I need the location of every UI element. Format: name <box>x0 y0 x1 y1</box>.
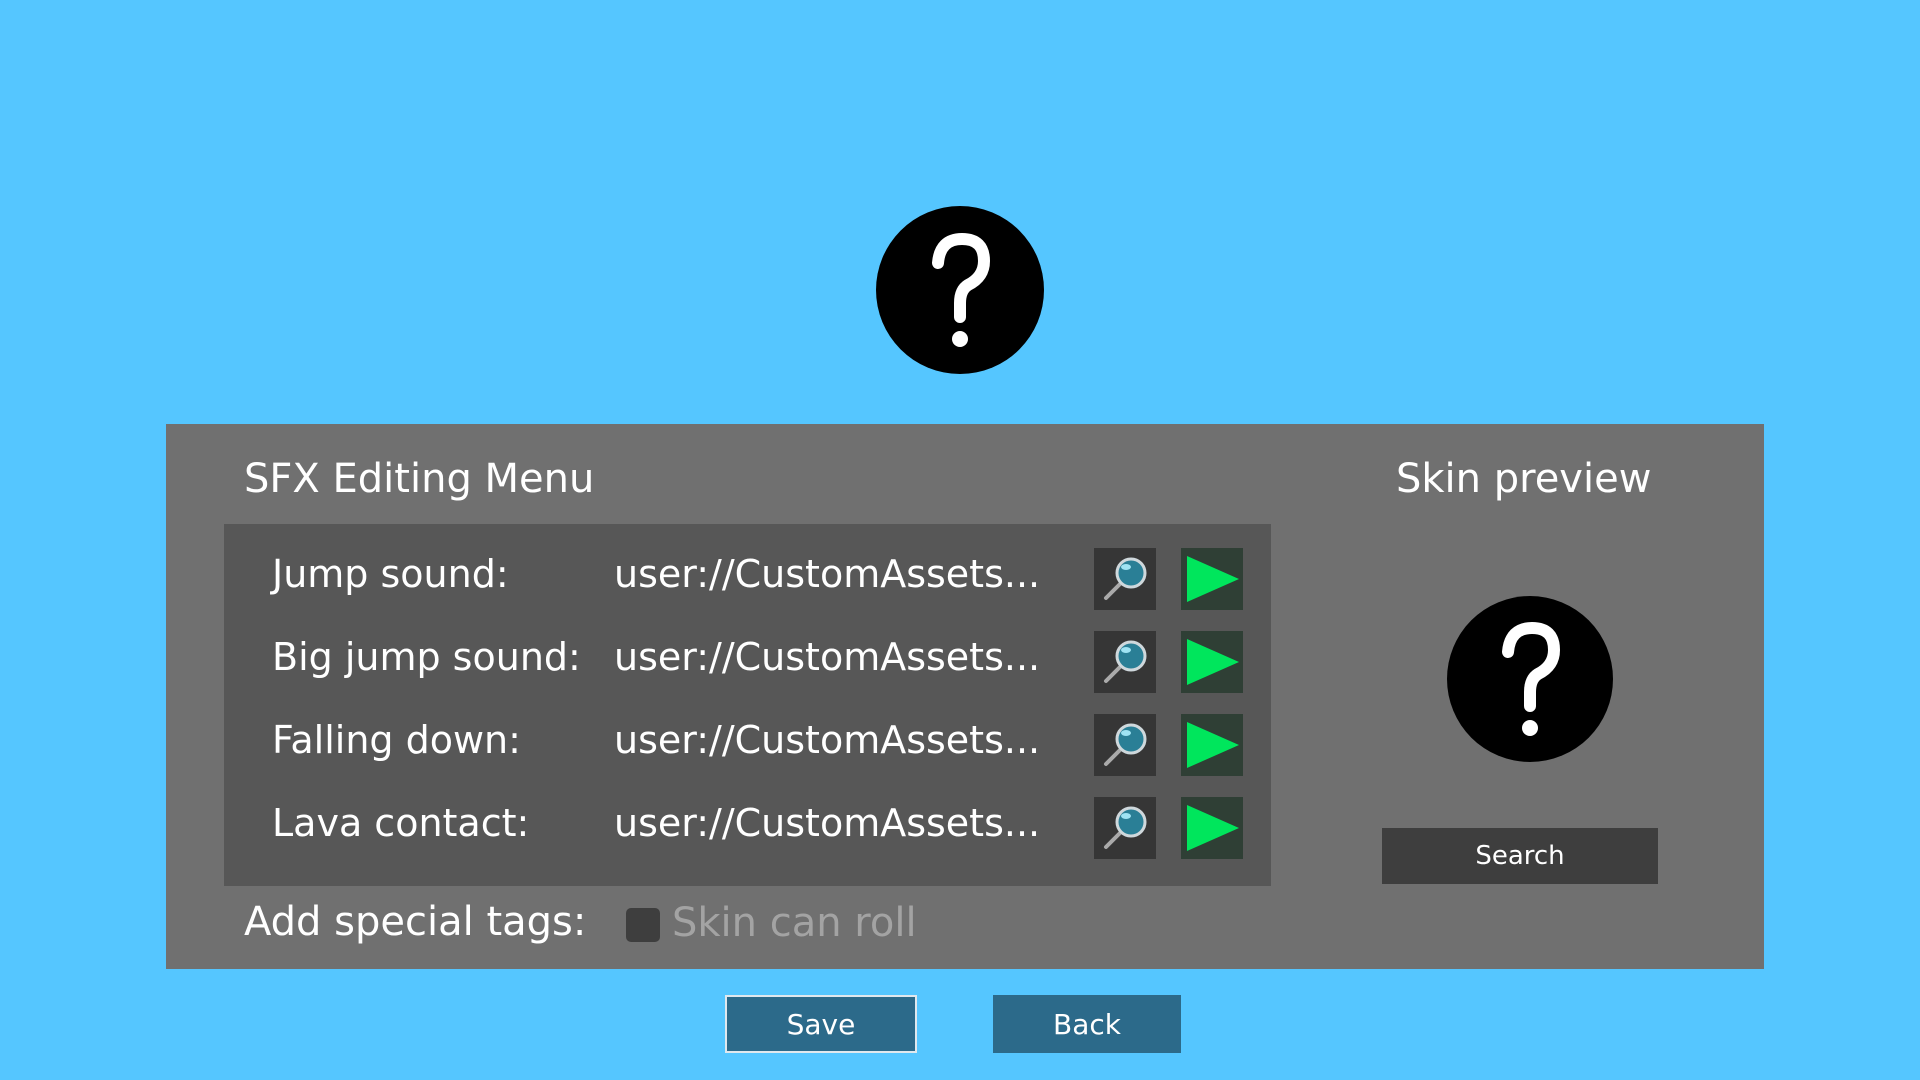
magnifier-icon <box>1104 557 1147 600</box>
skin-can-roll-checkbox[interactable] <box>626 908 660 942</box>
magnifier-icon <box>1104 806 1147 849</box>
play-icon <box>1187 639 1239 685</box>
sound-list: Jump sound: user://CustomAssets... Big j… <box>224 524 1271 886</box>
browse-falling-down-sound-button[interactable] <box>1094 714 1156 776</box>
row-label: Big jump sound: <box>272 635 581 679</box>
special-tags-label: Add special tags: <box>244 899 587 945</box>
browse-jump-sound-button[interactable] <box>1094 548 1156 610</box>
row-path: user://CustomAssets... <box>614 801 1041 845</box>
row-label: Falling down: <box>272 718 521 762</box>
skin-preview-image <box>1447 596 1613 762</box>
skin-can-roll-label[interactable]: Skin can roll <box>672 900 917 946</box>
preview-title: Skin preview <box>1396 456 1652 502</box>
panel-title: SFX Editing Menu <box>244 456 595 502</box>
sound-row-jump: Jump sound: user://CustomAssets... <box>224 542 1271 614</box>
browse-big-jump-sound-button[interactable] <box>1094 631 1156 693</box>
magnifier-icon <box>1104 640 1147 683</box>
play-icon <box>1187 556 1239 602</box>
question-mark-icon <box>1502 621 1561 736</box>
play-big-jump-sound-button[interactable] <box>1181 631 1243 693</box>
row-label: Jump sound: <box>272 552 509 596</box>
magnifier-icon <box>1104 723 1147 766</box>
question-mark-icon <box>932 232 991 347</box>
sfx-editing-panel: SFX Editing Menu Skin preview Jump sound… <box>166 424 1764 969</box>
back-button[interactable]: Back <box>993 995 1181 1053</box>
play-icon <box>1187 722 1239 768</box>
play-icon <box>1187 805 1239 851</box>
save-button[interactable]: Save <box>725 995 917 1053</box>
sound-row-falling-down: Falling down: user://CustomAssets... <box>224 708 1271 780</box>
play-lava-contact-sound-button[interactable] <box>1181 797 1243 859</box>
sound-row-big-jump: Big jump sound: user://CustomAssets... <box>224 625 1271 697</box>
row-path: user://CustomAssets... <box>614 635 1041 679</box>
browse-lava-contact-sound-button[interactable] <box>1094 797 1156 859</box>
skin-search-button[interactable]: Search <box>1382 828 1658 884</box>
skin-avatar <box>876 206 1044 374</box>
sound-row-lava-contact: Lava contact: user://CustomAssets... <box>224 791 1271 863</box>
row-path: user://CustomAssets... <box>614 718 1041 762</box>
row-label: Lava contact: <box>272 801 530 845</box>
play-jump-sound-button[interactable] <box>1181 548 1243 610</box>
play-falling-down-sound-button[interactable] <box>1181 714 1243 776</box>
row-path: user://CustomAssets... <box>614 552 1041 596</box>
